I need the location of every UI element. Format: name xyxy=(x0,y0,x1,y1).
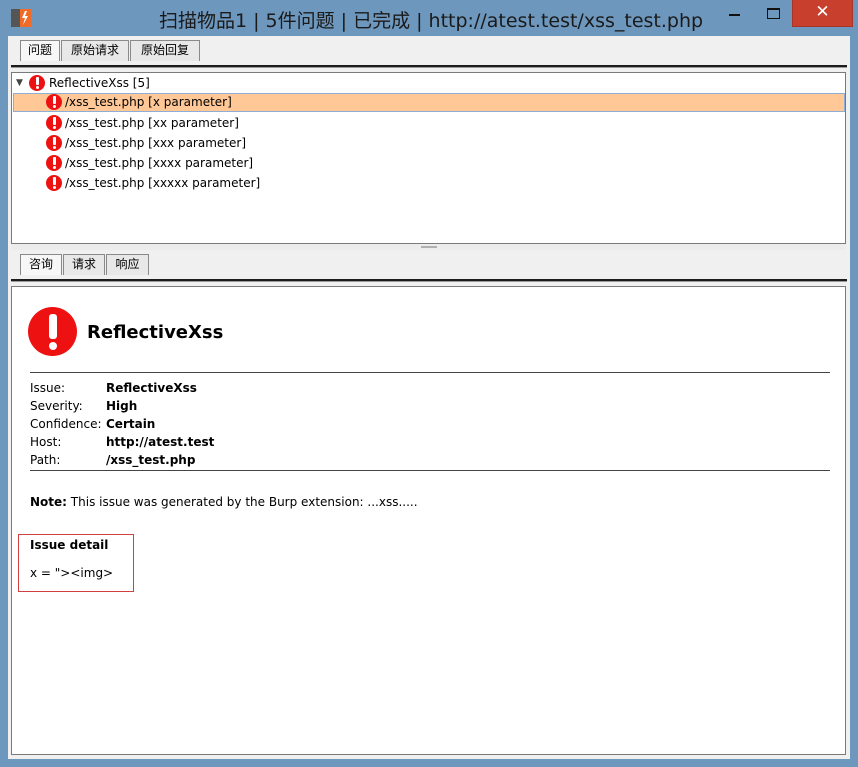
note-text: Note: This issue was generated by the Bu… xyxy=(30,495,418,509)
minimize-button[interactable] xyxy=(720,0,748,26)
splitter-grip-icon xyxy=(421,246,437,248)
issue-detail-box: Issue detail x = "><img> xyxy=(18,534,134,592)
meta-value: ReflectiveXss xyxy=(106,381,197,395)
meta-value: /xss_test.php xyxy=(106,453,196,467)
tree-root-label: ReflectiveXss [5] xyxy=(49,76,150,90)
meta-key: Host: xyxy=(30,435,62,449)
error-icon xyxy=(46,135,62,151)
tree-item[interactable]: /xss_test.php [xxxx parameter] xyxy=(13,154,313,173)
close-icon: ✕ xyxy=(815,2,830,22)
tree-root[interactable]: ▼ ReflectiveXss [5] xyxy=(12,74,212,93)
tree-item[interactable]: /xss_test.php [xxx parameter] xyxy=(13,134,313,153)
window-client-area: 问题 原始请求 原始回复 ▼ ReflectiveXss [5] /xss_te… xyxy=(8,36,850,759)
error-icon xyxy=(46,155,62,171)
tree-item-label: /xss_test.php [xxx parameter] xyxy=(65,136,246,150)
divider xyxy=(30,470,830,471)
tree-item[interactable]: /xss_test.php [xx parameter] xyxy=(13,114,313,133)
error-icon xyxy=(46,175,62,191)
tree-item-label: /xss_test.php [xx parameter] xyxy=(65,116,239,130)
tree-item-label: /xss_test.php [xxxxx parameter] xyxy=(65,176,261,190)
tree-item-selected[interactable]: /xss_test.php [x parameter] xyxy=(13,93,845,112)
tab-divider xyxy=(11,279,847,282)
bottom-tab-bar: 咨询 请求 响应 xyxy=(8,250,850,275)
expand-arrow-icon[interactable]: ▼ xyxy=(16,74,23,93)
top-tab-bar: 问题 原始请求 原始回复 xyxy=(8,36,850,61)
tree-item-label: /xss_test.php [xxxx parameter] xyxy=(65,156,254,170)
high-severity-icon xyxy=(28,307,77,356)
tab-raw-request[interactable]: 原始请求 xyxy=(61,40,129,61)
divider xyxy=(30,372,830,373)
meta-value: Certain xyxy=(106,417,156,431)
issue-detail-title: Issue detail xyxy=(30,538,109,552)
maximize-icon xyxy=(767,8,780,19)
issue-heading: ReflectiveXss xyxy=(87,322,224,343)
tree-item-label: /xss_test.php [x parameter] xyxy=(65,95,232,109)
error-icon xyxy=(46,115,62,131)
close-button[interactable]: ✕ xyxy=(792,0,853,27)
note-label: Note: xyxy=(30,495,67,509)
tab-advisory[interactable]: 咨询 xyxy=(20,254,62,275)
tab-response[interactable]: 响应 xyxy=(106,254,149,275)
advisory-panel: ReflectiveXss Issue: ReflectiveXss Sever… xyxy=(11,286,846,755)
maximize-button[interactable] xyxy=(760,0,788,26)
tab-raw-response[interactable]: 原始回复 xyxy=(130,40,200,61)
meta-key: Path: xyxy=(30,453,61,467)
meta-value: High xyxy=(106,399,138,413)
tab-divider xyxy=(11,65,847,68)
issue-tree[interactable]: ▼ ReflectiveXss [5] /xss_test.php [x par… xyxy=(11,72,846,244)
meta-key: Severity: xyxy=(30,399,83,413)
meta-value: http://atest.test xyxy=(106,435,215,449)
meta-key: Issue: xyxy=(30,381,66,395)
issue-detail-body: x = "><img> xyxy=(30,566,114,580)
title-bar: 扫描物品1 | 5件问题 | 已完成 | http://atest.test/x… xyxy=(0,0,858,36)
error-icon xyxy=(46,94,62,110)
tab-issues[interactable]: 问题 xyxy=(20,40,60,61)
meta-key: Confidence: xyxy=(30,417,102,431)
tree-item[interactable]: /xss_test.php [xxxxx parameter] xyxy=(13,174,313,193)
error-icon xyxy=(29,75,45,91)
minimize-icon xyxy=(729,14,740,16)
note-body: This issue was generated by the Burp ext… xyxy=(70,495,418,509)
tab-request[interactable]: 请求 xyxy=(63,254,105,275)
